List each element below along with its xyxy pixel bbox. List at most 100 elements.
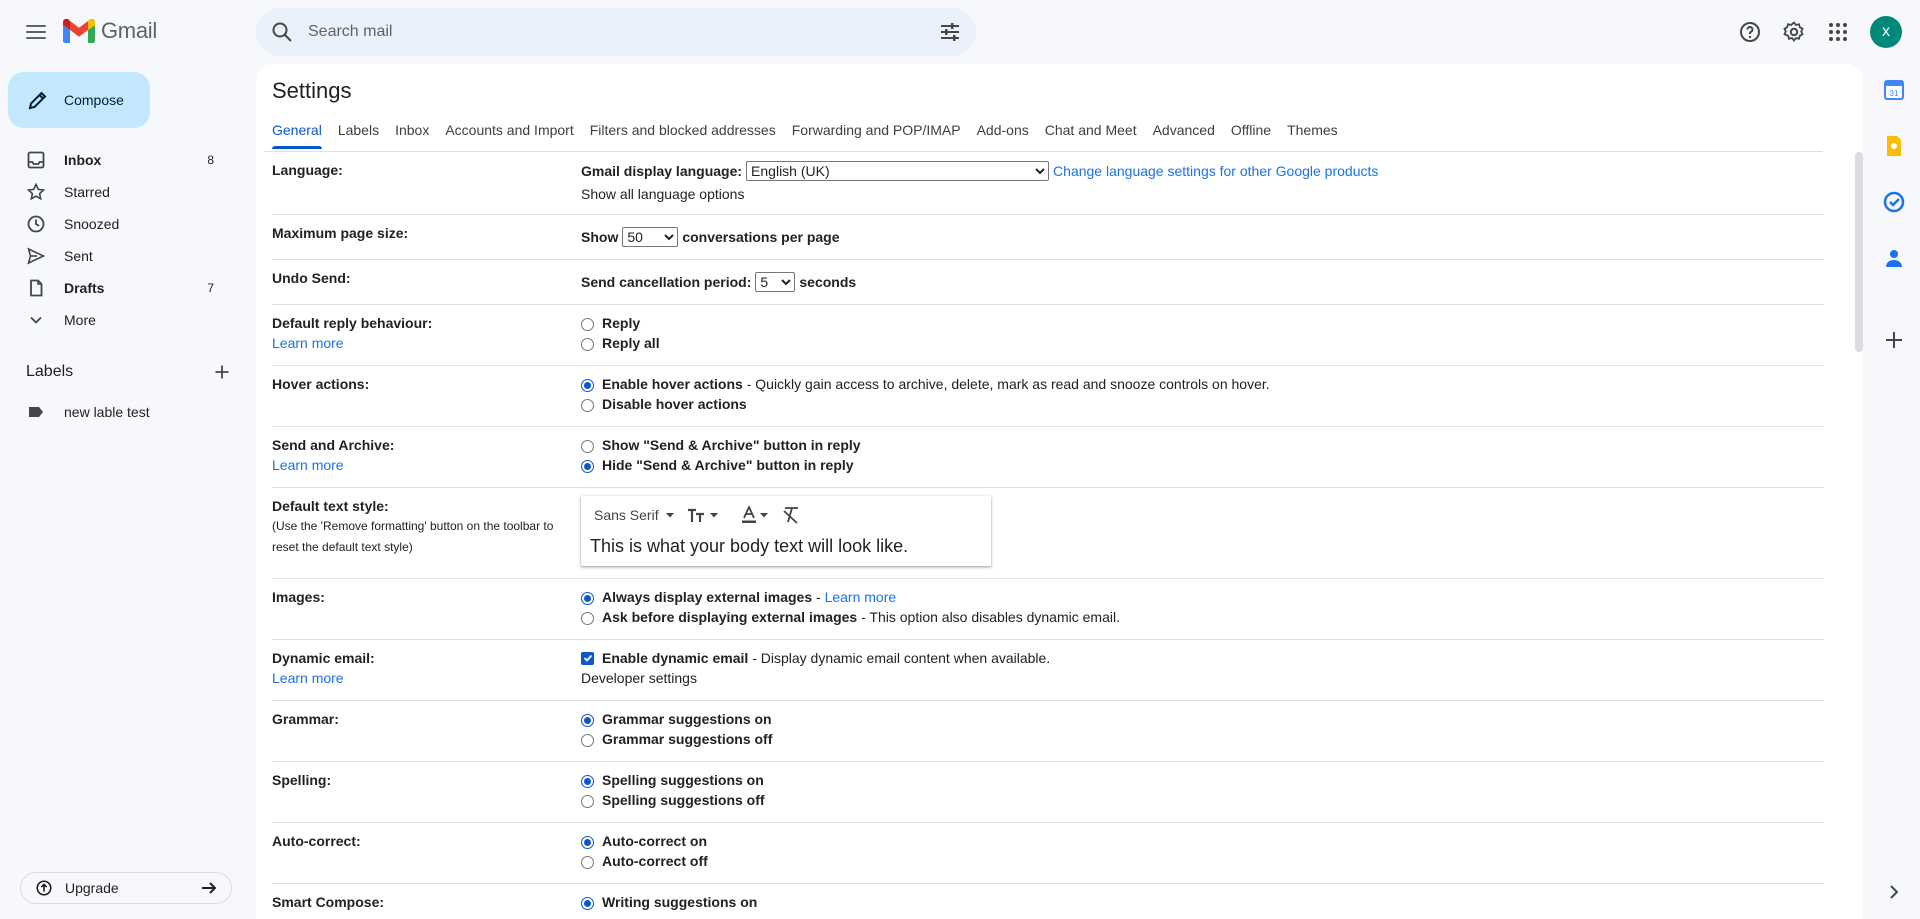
page-size-select[interactable]: 50 xyxy=(622,227,679,247)
label-item[interactable]: new lable test xyxy=(26,402,150,422)
chevron-right-icon[interactable] xyxy=(1882,880,1906,904)
radio-option-auto-correct-on[interactable]: Auto-correct on xyxy=(581,833,707,849)
radio-button[interactable] xyxy=(581,398,594,412)
radio-option-show-send-archive[interactable]: Show "Send & Archive" button in reply xyxy=(581,437,861,453)
radio-option-writing-suggestions-on[interactable]: Writing suggestions on xyxy=(581,894,757,910)
gmail-logo[interactable]: Gmail xyxy=(63,18,157,44)
search-input[interactable] xyxy=(308,23,908,41)
sidebar-item-snoozed[interactable]: Snoozed xyxy=(0,208,240,240)
undo-send-select[interactable]: 5 xyxy=(755,272,796,292)
tab-advanced[interactable]: Advanced xyxy=(1145,118,1223,150)
settings-scrollbar[interactable] xyxy=(1855,152,1863,352)
tab-forwarding[interactable]: Forwarding and POP/IMAP xyxy=(784,118,969,150)
learn-more-link[interactable]: Learn more xyxy=(272,335,344,351)
radio-button[interactable] xyxy=(581,774,594,788)
radio-button[interactable] xyxy=(581,835,594,849)
setting-label: Spelling: xyxy=(272,772,332,788)
main-menu-button[interactable] xyxy=(20,18,52,46)
page-size-prefix: Show xyxy=(581,229,619,245)
radio-button[interactable] xyxy=(581,733,594,747)
tab-accounts-and-import[interactable]: Accounts and Import xyxy=(437,118,581,150)
learn-more-link[interactable]: Learn more xyxy=(825,589,897,605)
tab-chat-and-meet[interactable]: Chat and Meet xyxy=(1037,118,1145,150)
labels-heading: Labels xyxy=(26,363,74,380)
change-language-link[interactable]: Change language settings for other Googl… xyxy=(1053,163,1378,179)
search-icon[interactable] xyxy=(270,20,294,44)
radio-button[interactable] xyxy=(581,439,594,453)
radio-option-disable-hover[interactable]: Disable hover actions xyxy=(581,396,747,412)
apps-grid-icon[interactable] xyxy=(1826,20,1850,44)
radio-button[interactable] xyxy=(581,855,594,869)
radio-option-reply-all[interactable]: Reply all xyxy=(581,335,660,351)
search-bar[interactable] xyxy=(256,8,976,56)
radio-option-enable-hover[interactable]: Enable hover actions - Quickly gain acce… xyxy=(581,376,1270,392)
arrow-right-icon xyxy=(202,882,217,894)
tasks-icon[interactable] xyxy=(1882,190,1906,214)
text-style-editor[interactable]: Sans Serif This is what your body text w… xyxy=(581,496,991,566)
radio-button[interactable] xyxy=(581,459,594,473)
radio-button[interactable] xyxy=(581,794,594,808)
radio-button[interactable] xyxy=(581,896,594,910)
setting-row-grammar: Grammar: Grammar suggestions on Grammar … xyxy=(272,701,1824,762)
tab-themes[interactable]: Themes xyxy=(1279,118,1346,150)
compose-button[interactable]: Compose xyxy=(8,72,150,128)
radio-label: Always display external images xyxy=(602,589,813,605)
radio-button[interactable] xyxy=(581,378,594,392)
radio-option-grammar-off[interactable]: Grammar suggestions off xyxy=(581,731,772,747)
sidebar-item-more[interactable]: More xyxy=(0,304,240,336)
learn-more-link[interactable]: Learn more xyxy=(272,457,344,473)
radio-button[interactable] xyxy=(581,337,594,351)
inbox-icon xyxy=(27,151,45,169)
checkbox-enable-dynamic-email[interactable]: Enable dynamic email - Display dynamic e… xyxy=(581,650,1050,666)
radio-option-reply[interactable]: Reply xyxy=(581,315,640,331)
developer-settings-link[interactable]: Developer settings xyxy=(581,670,697,686)
dynamic-description: - Display dynamic email content when ava… xyxy=(752,650,1051,666)
radio-option-grammar-on[interactable]: Grammar suggestions on xyxy=(581,711,772,727)
radio-button[interactable] xyxy=(581,317,594,331)
language-select[interactable]: English (UK) xyxy=(746,161,1050,181)
checkbox[interactable] xyxy=(581,651,594,665)
upgrade-button[interactable]: Upgrade xyxy=(20,872,232,904)
radio-button[interactable] xyxy=(581,591,594,605)
sidebar-item-sent[interactable]: Sent xyxy=(0,240,240,272)
font-family-button[interactable]: Sans Serif xyxy=(594,507,675,523)
remove-formatting-icon[interactable] xyxy=(781,506,801,524)
tab-labels[interactable]: Labels xyxy=(330,118,387,150)
radio-option-ask-before-images[interactable]: Ask before displaying external images - … xyxy=(581,609,1120,625)
tab-offline[interactable]: Offline xyxy=(1223,118,1279,150)
sidebar-item-inbox[interactable]: Inbox 8 xyxy=(0,144,240,176)
label-tag-icon xyxy=(29,407,43,417)
setting-row-reply: Default reply behaviour: Learn more Repl… xyxy=(272,305,1824,366)
setting-row-language: Language: Gmail display language: Englis… xyxy=(272,152,1824,215)
radio-option-spelling-on[interactable]: Spelling suggestions on xyxy=(581,772,764,788)
keep-icon[interactable] xyxy=(1882,134,1906,158)
setting-row-auto-correct: Auto-correct: Auto-correct on Auto-corre… xyxy=(272,823,1824,884)
tab-general[interactable]: General xyxy=(264,118,330,150)
text-color-button[interactable] xyxy=(741,506,769,524)
sidebar-item-drafts[interactable]: Drafts 7 xyxy=(0,272,240,304)
radio-option-spelling-off[interactable]: Spelling suggestions off xyxy=(581,792,765,808)
caret-down-icon xyxy=(665,513,674,518)
radio-button[interactable] xyxy=(581,713,594,727)
radio-option-auto-correct-off[interactable]: Auto-correct off xyxy=(581,853,708,869)
learn-more-link[interactable]: Learn more xyxy=(272,670,344,686)
radio-option-always-display-images[interactable]: Always display external images - Learn m… xyxy=(581,589,896,605)
radio-button[interactable] xyxy=(581,611,594,625)
tab-filters[interactable]: Filters and blocked addresses xyxy=(582,118,784,150)
sidebar-item-starred[interactable]: Starred xyxy=(0,176,240,208)
radio-option-hide-send-archive[interactable]: Hide "Send & Archive" button in reply xyxy=(581,457,854,473)
help-icon[interactable] xyxy=(1738,20,1762,44)
settings-gear-icon[interactable] xyxy=(1782,20,1806,44)
get-add-ons-plus-icon[interactable] xyxy=(1882,328,1906,352)
text-style-note: (Use the 'Remove formatting' button on t… xyxy=(272,519,554,554)
add-label-icon[interactable] xyxy=(212,362,232,382)
font-size-button[interactable] xyxy=(687,507,719,523)
tab-inbox[interactable]: Inbox xyxy=(387,118,437,150)
language-control: Gmail display language: English (UK) Cha… xyxy=(581,161,1378,181)
show-all-languages-link[interactable]: Show all language options xyxy=(581,186,744,202)
tab-add-ons[interactable]: Add-ons xyxy=(969,118,1037,150)
search-options-icon[interactable] xyxy=(938,20,962,44)
account-avatar[interactable]: x xyxy=(1870,16,1902,48)
contacts-icon[interactable] xyxy=(1882,246,1906,270)
calendar-icon[interactable]: 31 xyxy=(1882,78,1906,102)
